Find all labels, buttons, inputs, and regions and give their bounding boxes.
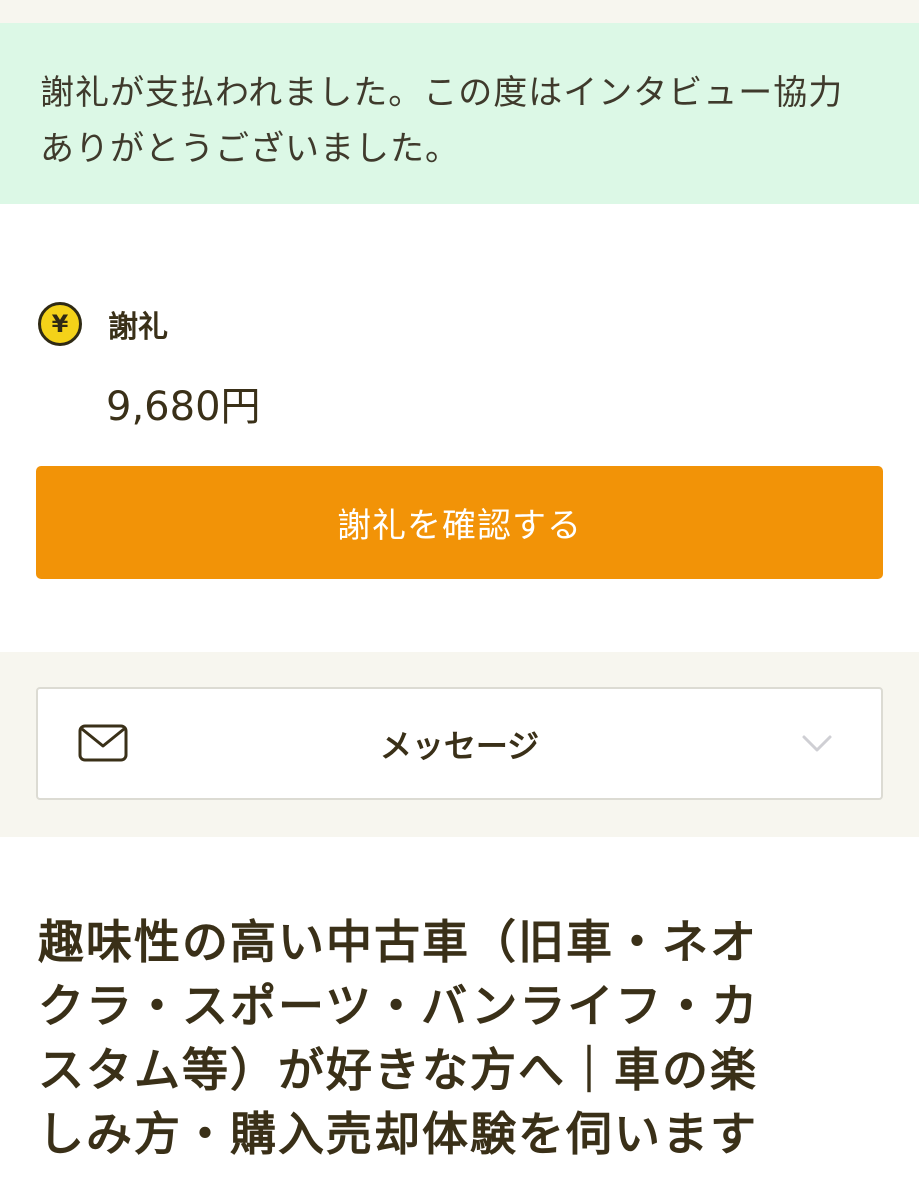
reward-header: ¥ 謝礼 (38, 299, 168, 349)
payment-notice-banner: 謝礼が支払われました。この度はインタビュー協力 ありがとうございました。 (0, 23, 919, 204)
yen-coin-icon: ¥ (38, 302, 82, 346)
confirm-reward-button[interactable]: 謝礼を確認する (36, 466, 883, 579)
chevron-down-icon (802, 735, 832, 752)
top-strip (0, 0, 919, 23)
reward-amount: 9,680円 (106, 384, 261, 430)
project-title: 趣味性の高い中古車（旧車・ネオ クラ・スポーツ・バンライフ・カ スタム等）が好き… (38, 915, 760, 1161)
message-accordion[interactable]: メッセージ (36, 687, 883, 800)
reward-label: 謝礼 (108, 310, 168, 345)
payment-notice-text: 謝礼が支払われました。この度はインタビュー協力 ありがとうございました。 (40, 73, 844, 169)
message-section: メッセージ (0, 652, 919, 837)
reward-card: ¥ 謝礼 9,680円 謝礼を確認する (0, 204, 919, 652)
message-label: メッセージ (379, 726, 540, 765)
